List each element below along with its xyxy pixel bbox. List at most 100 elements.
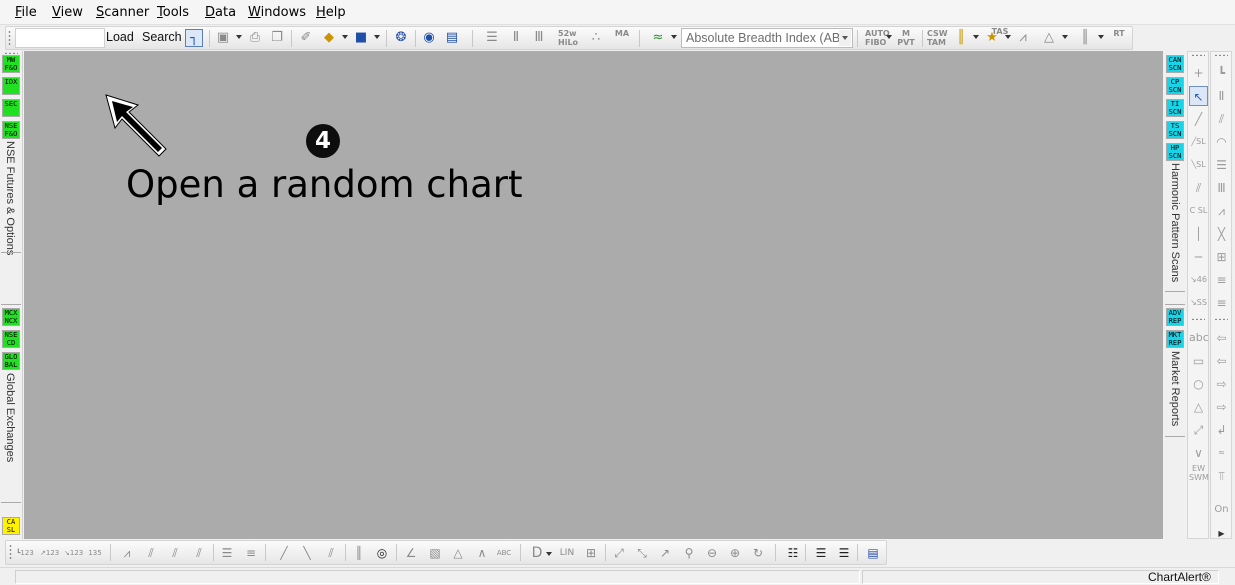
market-dropdown-icon[interactable] <box>374 35 380 39</box>
menu-scanner[interactable]: Scanner <box>96 5 149 20</box>
angle-icon[interactable]: ∠ <box>402 544 420 562</box>
grid-icon[interactable]: ⊞ <box>582 544 600 562</box>
list-icon[interactable]: ☰ <box>483 29 501 47</box>
fibo-retracement-icon[interactable]: ☰ <box>1212 155 1231 175</box>
zoom-out-icon[interactable]: ⊖ <box>703 544 721 562</box>
pvt-icon[interactable]: M PVT <box>897 29 915 47</box>
ray-ss-icon[interactable]: ↘SS <box>1189 293 1208 313</box>
diamond-icon[interactable]: ◆ <box>320 29 338 47</box>
pitchfork-icon[interactable]: ⫪ <box>1212 466 1231 486</box>
rt-icon[interactable]: RT <box>1110 29 1128 47</box>
search-button[interactable]: Search <box>142 30 182 44</box>
zoom-icon[interactable]: ⚲ <box>680 544 698 562</box>
return-icon[interactable]: ↲ <box>1212 420 1231 440</box>
rectangle-icon[interactable]: ▭ <box>1189 351 1208 371</box>
sl-line-icon[interactable]: ╱SL <box>1189 132 1208 152</box>
can-scn-button[interactable]: CAN SCN <box>1166 55 1184 73</box>
on-toggle[interactable]: On <box>1212 500 1231 520</box>
global-exchanges-tab[interactable]: Global Exchanges <box>4 373 16 462</box>
export-a-icon[interactable]: ☰ <box>812 544 830 562</box>
chart-style-icon[interactable]: ┐ <box>185 29 203 47</box>
mf-circle-icon[interactable]: ◎ <box>373 544 391 562</box>
wave-123b-icon[interactable]: ↗123 <box>40 544 59 562</box>
parallel-lines-icon[interactable]: ⫽ <box>1189 178 1208 198</box>
abcde-icon[interactable]: ≈ <box>1212 443 1231 463</box>
global-button[interactable]: GLO BAL <box>2 352 20 370</box>
hilo-icon[interactable]: 52w HiLo <box>558 29 578 47</box>
auto-fibo-icon[interactable]: AUTO FIBO <box>865 29 890 47</box>
channel-sl-icon[interactable]: C SL <box>1189 201 1208 221</box>
bars-c-icon[interactable]: ⫽ <box>166 544 184 562</box>
idx-button[interactable]: IDX <box>2 77 20 95</box>
web-icon[interactable]: ◉ <box>420 29 438 47</box>
align-a-icon[interactable]: ☰ <box>218 544 236 562</box>
mkt-rep-button[interactable]: MKT REP <box>1166 330 1184 348</box>
ts-scn-button[interactable]: TS SCN <box>1166 121 1184 139</box>
grid-angle-icon[interactable]: ╳ <box>1212 224 1231 244</box>
expand-icon[interactable]: ⤡ <box>633 544 651 562</box>
chevron-down-icon[interactable] <box>839 30 851 46</box>
sl-line2-icon[interactable]: ╲SL <box>1189 155 1208 175</box>
ma-icon[interactable]: MA <box>613 29 631 47</box>
ray-46-icon[interactable]: ↘46 <box>1189 270 1208 290</box>
menu-data[interactable]: Data <box>205 5 236 20</box>
notes-icon[interactable]: ☷ <box>784 544 802 562</box>
refresh-icon[interactable]: ↻ <box>749 544 767 562</box>
vbars-icon[interactable]: ║ <box>350 544 368 562</box>
nse-fno-button[interactable]: NSE F&O <box>2 121 20 139</box>
triangle-a-icon[interactable]: △ <box>449 544 467 562</box>
triangle-tool-icon[interactable]: △ <box>1189 397 1208 417</box>
zoom-in-icon[interactable]: ⊕ <box>726 544 744 562</box>
windows-icon[interactable]: ▤ <box>443 29 461 47</box>
cycle-lines-icon[interactable]: Ⅱ <box>1212 86 1231 106</box>
triangle-icon[interactable]: △ <box>1040 29 1058 47</box>
indicator-dropdown-icon[interactable] <box>671 35 677 39</box>
d-menu-button[interactable]: D <box>528 544 546 562</box>
levels2-icon[interactable]: ≡ <box>1212 293 1231 313</box>
box-angle-icon[interactable]: ▧ <box>426 544 444 562</box>
scroll-right-icon[interactable]: ▶ <box>1212 524 1231 544</box>
indicator-icon[interactable]: ≈ <box>649 29 667 47</box>
menu-view[interactable]: View <box>52 5 83 20</box>
cp-scn-button[interactable]: CP SCN <box>1166 77 1184 95</box>
align-b-icon[interactable]: ≡ <box>242 544 260 562</box>
diag-c-icon[interactable]: ⫽ <box>322 544 340 562</box>
speed-lines-icon[interactable]: ⩘ <box>1212 201 1231 221</box>
crosshair-icon[interactable]: + <box>1189 63 1208 83</box>
lin-scale-button[interactable]: LIN <box>558 544 576 562</box>
vertical-line-icon[interactable]: │ <box>1189 224 1208 244</box>
bars-d-icon[interactable]: ⫽ <box>190 544 208 562</box>
wave-123c-icon[interactable]: ↘123 <box>64 544 83 562</box>
data-icon[interactable]: ▤ <box>864 544 882 562</box>
toolbar-grip[interactable] <box>8 30 11 47</box>
indicator-select[interactable]: Absolute Breadth Index (ABI <box>681 28 853 48</box>
save-icon[interactable]: ▣ <box>214 29 232 47</box>
print-preview-icon[interactable]: ❐ <box>268 29 286 47</box>
fit-icon[interactable]: ↗ <box>656 544 674 562</box>
levels-icon[interactable]: ≡ <box>1212 270 1231 290</box>
wave-135-icon[interactable]: 135 <box>86 544 104 562</box>
fan-icon[interactable]: ⫽ <box>1212 109 1231 129</box>
shrink-icon[interactable]: ⤢ <box>610 544 628 562</box>
csw-tam-icon[interactable]: CSW TAM <box>927 29 948 47</box>
wave-icon[interactable]: ∨ <box>1189 443 1208 463</box>
volume-icon[interactable]: ║ <box>1076 29 1094 47</box>
candlestick-icon[interactable]: ║ <box>952 29 970 47</box>
trend-icon[interactable]: ⩘ <box>1014 29 1032 47</box>
mcx-ncx-button[interactable]: MCX NCX <box>2 308 20 326</box>
mw-fno-button[interactable]: MW F&O <box>2 55 20 73</box>
chart-area[interactable]: 4 Open a random chart <box>24 51 1163 539</box>
nse-cd-button[interactable]: NSE CD <box>2 330 20 348</box>
horizontal-segment-icon[interactable]: ─ <box>1189 247 1208 267</box>
arcs-icon[interactable]: ◠ <box>1212 132 1231 152</box>
save-dropdown-icon[interactable] <box>236 35 242 39</box>
menu-tools[interactable]: Tools <box>157 5 189 20</box>
pointer-select-icon[interactable]: ↖ <box>1189 86 1208 106</box>
fibo-time-icon[interactable]: Ⅲ <box>1212 178 1231 198</box>
print-icon[interactable]: ⎙ <box>246 29 264 47</box>
symbol-input[interactable] <box>15 28 105 48</box>
diag-a-icon[interactable]: ╱ <box>275 544 293 562</box>
nse-futures-options-tab[interactable]: NSE Futures & Options <box>4 141 16 255</box>
ca-sl-button[interactable]: CA SL <box>2 517 20 535</box>
bars-b-icon[interactable]: ⫽ <box>142 544 160 562</box>
